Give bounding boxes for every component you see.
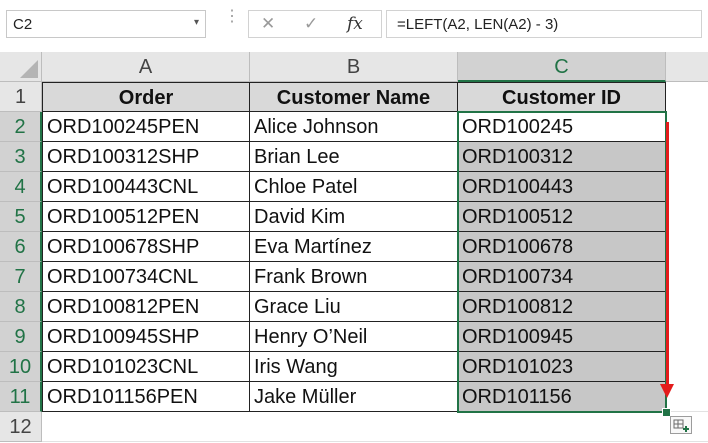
quick-analysis-glyph-icon xyxy=(673,419,689,432)
cell-c9[interactable]: ORD100945 xyxy=(458,322,666,352)
fill-down-arrow-head-icon xyxy=(660,384,674,398)
enter-icon[interactable]: ✓ xyxy=(304,14,318,34)
cell-b10[interactable]: Iris Wang xyxy=(250,352,458,382)
cell-b1[interactable]: Customer Name xyxy=(250,82,458,112)
select-all-triangle-icon xyxy=(20,60,38,78)
cell-a2[interactable]: ORD100245PEN xyxy=(42,112,250,142)
cell-c8[interactable]: ORD100812 xyxy=(458,292,666,322)
cell-a3[interactable]: ORD100312SHP xyxy=(42,142,250,172)
column-d-cells[interactable] xyxy=(666,82,708,412)
cell-a10[interactable]: ORD101023CNL xyxy=(42,352,250,382)
cell-a5[interactable]: ORD100512PEN xyxy=(42,202,250,232)
row-header-12[interactable]: 12 xyxy=(0,412,42,442)
select-all-button[interactable] xyxy=(0,52,42,82)
row-header-7[interactable]: 7 xyxy=(0,262,42,292)
row-header-3[interactable]: 3 xyxy=(0,142,42,172)
column-header-c[interactable]: C xyxy=(458,52,666,82)
formula-text: =LEFT(A2, LEN(A2) - 3) xyxy=(397,16,559,33)
cell-a1[interactable]: Order xyxy=(42,82,250,112)
quick-analysis-icon[interactable] xyxy=(670,416,692,434)
cell-a9[interactable]: ORD100945SHP xyxy=(42,322,250,352)
column-header-d[interactable] xyxy=(666,52,708,82)
formula-bar: C2 ▾ ⋮ ✕ ✓ fx =LEFT(A2, LEN(A2) - 3) xyxy=(0,0,708,52)
cell-a6[interactable]: ORD100678SHP xyxy=(42,232,250,262)
cancel-icon[interactable]: ✕ xyxy=(261,14,275,34)
cell-b9[interactable]: Henry O’Neil xyxy=(250,322,458,352)
name-box-value: C2 xyxy=(13,16,33,33)
cell-c11[interactable]: ORD101156 xyxy=(458,382,666,412)
row-header-6[interactable]: 6 xyxy=(0,232,42,262)
row-header-2[interactable]: 2 xyxy=(0,112,42,142)
cell-c1[interactable]: Customer ID xyxy=(458,82,666,112)
chevron-down-icon[interactable]: ▾ xyxy=(194,17,199,28)
cell-a7[interactable]: ORD100734CNL xyxy=(42,262,250,292)
cell-c2[interactable]: ORD100245 xyxy=(458,112,666,142)
row-header-11[interactable]: 11 xyxy=(0,382,42,412)
row-header-1[interactable]: 1 xyxy=(0,82,42,112)
cell-c5[interactable]: ORD100512 xyxy=(458,202,666,232)
row-header-8[interactable]: 8 xyxy=(0,292,42,322)
cell-a11[interactable]: ORD101156PEN xyxy=(42,382,250,412)
cell-b11[interactable]: Jake Müller xyxy=(250,382,458,412)
cell-b3[interactable]: Brian Lee xyxy=(250,142,458,172)
cell-b8[interactable]: Grace Liu xyxy=(250,292,458,322)
cell-b5[interactable]: David Kim xyxy=(250,202,458,232)
cell-c10[interactable]: ORD101023 xyxy=(458,352,666,382)
cell-a4[interactable]: ORD100443CNL xyxy=(42,172,250,202)
cell-b6[interactable]: Eva Martínez xyxy=(250,232,458,262)
column-header-a[interactable]: A xyxy=(42,52,250,82)
cell-b2[interactable]: Alice Johnson xyxy=(250,112,458,142)
row-header-4[interactable]: 4 xyxy=(0,172,42,202)
row-header-5[interactable]: 5 xyxy=(0,202,42,232)
cell-c6[interactable]: ORD100678 xyxy=(458,232,666,262)
cell-b7[interactable]: Frank Brown xyxy=(250,262,458,292)
cell-a8[interactable]: ORD100812PEN xyxy=(42,292,250,322)
cell-c7[interactable]: ORD100734 xyxy=(458,262,666,292)
resize-handle-icon[interactable]: ⋮ xyxy=(224,9,240,25)
cell-b4[interactable]: Chloe Patel xyxy=(250,172,458,202)
insert-function-icon[interactable]: fx xyxy=(347,14,363,34)
name-box[interactable]: C2 ▾ xyxy=(6,10,206,38)
row-header-9[interactable]: 9 xyxy=(0,322,42,352)
cell-c4[interactable]: ORD100443 xyxy=(458,172,666,202)
cell-c3[interactable]: ORD100312 xyxy=(458,142,666,172)
row-12-cells[interactable] xyxy=(42,412,708,442)
fill-down-arrow-shaft xyxy=(666,122,669,384)
row-header-10[interactable]: 10 xyxy=(0,352,42,382)
column-header-b[interactable]: B xyxy=(250,52,458,82)
formula-input[interactable]: =LEFT(A2, LEN(A2) - 3) xyxy=(386,10,702,38)
formula-controls: ✕ ✓ fx xyxy=(248,10,382,38)
